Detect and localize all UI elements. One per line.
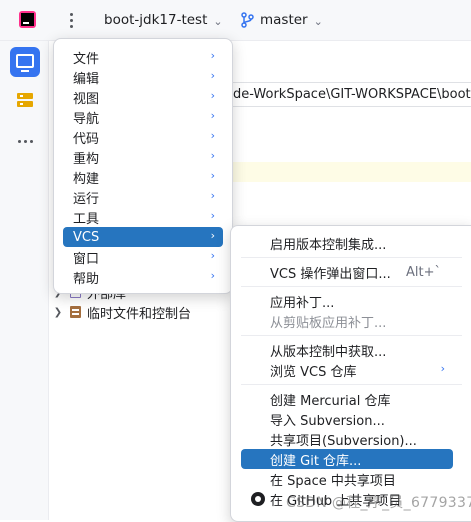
tree-item-label: 临时文件和控制台 — [87, 306, 192, 322]
chevron-right-icon: › — [210, 249, 215, 262]
title-bar: boot-jdk17-test ⌄ master ⌄ — [0, 0, 471, 41]
vcs-create-mercurial-repo[interactable]: 创建 Mercurial 仓库 — [241, 389, 453, 409]
menu-item-label: 运行 — [73, 191, 100, 207]
menu-separator — [241, 384, 462, 385]
menu-item-file[interactable]: 文件 › — [63, 47, 223, 67]
menu-item-label: VCS 操作弹出窗口... — [270, 266, 391, 282]
menu-item-tools[interactable]: 工具 › — [63, 207, 223, 227]
tree-item-scratches[interactable]: ❯ 临时文件和控制台 — [52, 302, 191, 322]
menu-item-label: 重构 — [73, 151, 100, 167]
menu-item-label: 文件 — [73, 51, 100, 67]
menu-item-label: 从版本控制中获取... — [270, 344, 387, 360]
chevron-right-icon: › — [210, 269, 215, 282]
structure-icon — [17, 93, 33, 107]
menu-item-label: 应用补丁... — [270, 295, 335, 311]
vcs-create-git-repo[interactable]: 创建 Git 仓库... — [241, 449, 453, 469]
chevron-right-icon: › — [210, 49, 215, 62]
left-tool-stripe — [0, 41, 49, 520]
menu-item-label: 共享项目(Subversion)... — [270, 433, 417, 449]
project-monitor-icon — [16, 54, 34, 72]
menu-item-label: 编辑 — [73, 71, 100, 87]
menu-item-label: 创建 Mercurial 仓库 — [270, 393, 391, 409]
chevron-right-icon: › — [210, 209, 215, 222]
menu-item-label: 视图 — [73, 91, 100, 107]
intellij-logo-icon — [19, 11, 36, 28]
watermark: CSDN @程_序_员_6779337 — [286, 495, 471, 511]
main-menu-popup: 文件 › 编辑 › 视图 › 导航 › 代码 › 重构 › 构建 › 运行 › 工具 › VCS ›… — [53, 38, 233, 294]
github-icon — [251, 492, 265, 506]
menu-item-vcs[interactable]: VCS › — [63, 227, 223, 247]
branch-switcher[interactable]: master ⌄ — [240, 9, 323, 31]
branch-name: master — [260, 12, 308, 28]
menu-separator — [241, 286, 462, 287]
menu-item-refactor[interactable]: 重构 › — [63, 147, 223, 167]
menu-item-code[interactable]: 代码 › — [63, 127, 223, 147]
menu-separator — [241, 257, 462, 258]
menu-item-label: 构建 — [73, 171, 100, 187]
vcs-browse-repository[interactable]: 浏览 VCS 仓库 › — [241, 360, 453, 380]
shortcut-label: Alt+` — [406, 264, 441, 280]
vcs-apply-patch-clipboard: 从剪贴板应用补丁... — [241, 311, 453, 331]
chevron-right-icon: › — [210, 169, 215, 182]
menu-item-label: 窗口 — [73, 251, 100, 267]
chevron-right-icon: › — [210, 149, 215, 162]
menu-item-build[interactable]: 构建 › — [63, 167, 223, 187]
menu-separator — [241, 335, 462, 336]
menu-item-label: 在 Space 中共享项目 — [270, 473, 396, 489]
menu-item-label: 代码 — [73, 131, 100, 147]
git-branch-icon — [241, 12, 254, 28]
vcs-enable-integration[interactable]: 启用版本控制集成... — [241, 233, 453, 253]
menu-item-view[interactable]: 视图 › — [63, 87, 223, 107]
chevron-right-icon: › — [210, 109, 215, 122]
chevron-right-icon: › — [210, 229, 215, 242]
project-switcher[interactable]: boot-jdk17-test ⌄ — [104, 9, 223, 31]
chevron-right-icon: › — [210, 69, 215, 82]
structure-tool-button[interactable] — [10, 85, 40, 115]
chevron-right-icon: ❯ — [53, 306, 63, 318]
menu-item-label: 从剪贴板应用补丁... — [270, 315, 387, 331]
vcs-share-on-space[interactable]: 在 Space 中共享项目 — [241, 469, 453, 489]
more-horizontal-icon — [17, 139, 33, 143]
vcs-share-subversion[interactable]: 共享项目(Subversion)... — [241, 429, 453, 449]
vcs-operations-popup[interactable]: VCS 操作弹出窗口... Alt+` — [241, 262, 453, 282]
vcs-submenu-popup: 启用版本控制集成... VCS 操作弹出窗口... Alt+` 应用补丁... 从… — [230, 225, 471, 522]
menu-item-window[interactable]: 窗口 › — [63, 247, 223, 267]
current-line-highlight — [230, 162, 471, 182]
chevron-down-icon: ⌄ — [213, 14, 223, 28]
menu-item-help[interactable]: 帮助 › — [63, 267, 223, 287]
vcs-get-from-vcs[interactable]: 从版本控制中获取... — [241, 340, 453, 360]
project-path: de-WorkSpace\GIT-WORKSPACE\boot- — [230, 82, 471, 107]
more-vertical-icon — [69, 12, 73, 28]
menu-item-label: 创建 Git 仓库... — [270, 453, 362, 469]
chevron-right-icon: › — [210, 129, 215, 142]
menu-item-label: 启用版本控制集成... — [270, 237, 387, 253]
project-tool-button[interactable] — [10, 47, 40, 77]
more-tools-button[interactable] — [10, 126, 40, 156]
menu-item-run[interactable]: 运行 › — [63, 187, 223, 207]
main-menu-button[interactable] — [58, 6, 84, 34]
scratches-icon — [70, 306, 81, 318]
menu-item-label: VCS — [73, 229, 100, 245]
chevron-down-icon: ⌄ — [313, 14, 323, 28]
menu-item-label: 帮助 — [73, 271, 100, 287]
menu-item-navigate[interactable]: 导航 › — [63, 107, 223, 127]
menu-item-label: 工具 — [73, 211, 100, 227]
vcs-apply-patch[interactable]: 应用补丁... — [241, 291, 453, 311]
chevron-right-icon: › — [210, 189, 215, 202]
chevron-right-icon: › — [210, 89, 215, 102]
menu-item-label: 导航 — [73, 111, 100, 127]
chevron-right-icon: › — [440, 362, 445, 375]
menu-item-edit[interactable]: 编辑 › — [63, 67, 223, 87]
menu-item-label: 导入 Subversion... — [270, 413, 385, 429]
project-name: boot-jdk17-test — [104, 12, 208, 28]
menu-item-label: 浏览 VCS 仓库 — [270, 364, 357, 380]
vcs-import-subversion[interactable]: 导入 Subversion... — [241, 409, 453, 429]
